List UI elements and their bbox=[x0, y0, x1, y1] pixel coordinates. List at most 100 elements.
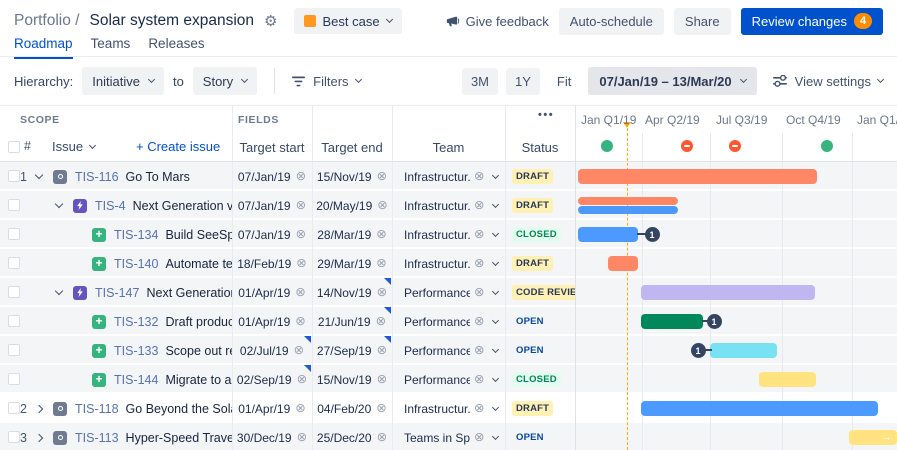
warning-count-badge[interactable]: 1 bbox=[645, 227, 660, 242]
clear-icon[interactable]: ⊗ bbox=[474, 286, 484, 299]
view-settings-dropdown[interactable]: View settings bbox=[773, 74, 883, 89]
target-start-cell[interactable]: 18/Feb/19⊗ bbox=[232, 249, 312, 278]
status-cell[interactable]: OPEN bbox=[505, 336, 575, 365]
clear-icon[interactable]: ⊗ bbox=[377, 170, 387, 183]
status-cell[interactable]: CODE REVIEW bbox=[505, 278, 575, 307]
review-changes-button[interactable]: Review changes 4 bbox=[741, 8, 883, 35]
expand-toggle[interactable] bbox=[36, 175, 53, 178]
issue-key[interactable]: TIS-134 bbox=[114, 228, 158, 242]
column-header-target-start[interactable]: Target start bbox=[232, 137, 312, 157]
expand-toggle[interactable] bbox=[56, 204, 73, 207]
issue-scope-cell[interactable]: +TIS-144Migrate to automa bbox=[0, 365, 232, 394]
warning-count-badge[interactable]: 1 bbox=[707, 314, 722, 329]
zoom-3m-button[interactable]: 3M bbox=[462, 68, 498, 95]
issue-key[interactable]: TIS-147 bbox=[95, 286, 139, 300]
target-end-cell[interactable]: 21/Jun/19⊗ bbox=[312, 307, 392, 336]
issue-scope-cell[interactable]: +TIS-140Automate tests fo bbox=[0, 249, 232, 278]
status-cell[interactable]: CLOSED bbox=[505, 220, 575, 249]
clear-icon[interactable]: ⊗ bbox=[474, 373, 484, 386]
expand-toggle[interactable] bbox=[36, 435, 53, 441]
gantt-bar[interactable] bbox=[710, 343, 777, 358]
warning-count-badge[interactable]: 1 bbox=[691, 343, 706, 358]
team-cell[interactable]: Infrastructur...⊗ bbox=[392, 249, 505, 278]
gantt-bar[interactable] bbox=[578, 169, 817, 184]
target-end-cell[interactable]: 15/Nov/19⊗ bbox=[312, 162, 392, 191]
clear-icon[interactable]: ⊗ bbox=[377, 344, 387, 357]
target-start-cell[interactable]: 01/Apr/19⊗ bbox=[232, 394, 312, 423]
hierarchy-from-dropdown[interactable]: Initiative bbox=[82, 67, 164, 95]
clear-icon[interactable]: ⊗ bbox=[376, 257, 386, 270]
team-cell[interactable]: Performance...⊗ bbox=[392, 307, 505, 336]
clear-icon[interactable]: ⊗ bbox=[296, 257, 306, 270]
row-checkbox[interactable] bbox=[8, 286, 20, 298]
column-header-team[interactable]: Team bbox=[392, 137, 505, 157]
row-checkbox[interactable] bbox=[8, 373, 20, 385]
issue-scope-cell[interactable]: TIS-4Next Generation ve... bbox=[0, 191, 232, 220]
clear-icon[interactable]: ⊗ bbox=[377, 286, 387, 299]
clear-icon[interactable]: ⊗ bbox=[296, 170, 306, 183]
issue-scope-cell[interactable]: 3TIS-113Hyper-Speed Travelling bbox=[0, 423, 232, 450]
gantt-bar[interactable]: → bbox=[849, 430, 897, 445]
team-cell[interactable]: Infrastructur...⊗ bbox=[392, 220, 505, 249]
target-start-cell[interactable]: 07/Jan/19⊗ bbox=[232, 220, 312, 249]
clear-icon[interactable]: ⊗ bbox=[295, 315, 305, 328]
issue-scope-cell[interactable]: 1TIS-116Go To Mars bbox=[0, 162, 232, 191]
issue-key[interactable]: TIS-140 bbox=[114, 257, 158, 271]
target-start-cell[interactable]: 07/Jan/19⊗ bbox=[232, 191, 312, 220]
issue-scope-cell[interactable]: TIS-147Next Generation versi bbox=[0, 278, 232, 307]
auto-schedule-button[interactable]: Auto-schedule bbox=[559, 8, 664, 35]
filters-dropdown[interactable]: Filters bbox=[292, 74, 360, 89]
clear-icon[interactable]: ⊗ bbox=[294, 344, 304, 357]
target-end-cell[interactable]: 15/Nov/19⊗ bbox=[312, 365, 392, 394]
expand-toggle[interactable] bbox=[56, 291, 73, 294]
team-cell[interactable]: Infrastructur...⊗ bbox=[392, 162, 505, 191]
issue-key[interactable]: TIS-132 bbox=[114, 315, 158, 329]
clear-icon[interactable]: ⊗ bbox=[474, 228, 484, 241]
gantt-bar[interactable] bbox=[759, 372, 816, 387]
zoom-fit-button[interactable]: Fit bbox=[548, 68, 580, 95]
target-end-cell[interactable]: 28/Mar/19⊗ bbox=[312, 220, 392, 249]
more-icon[interactable]: ••• bbox=[538, 109, 554, 121]
clear-icon[interactable]: ⊗ bbox=[474, 170, 484, 183]
target-start-cell[interactable]: 07/Jan/19⊗ bbox=[232, 162, 312, 191]
issue-column-header[interactable]: Issue bbox=[52, 139, 95, 154]
gantt-bar[interactable] bbox=[578, 197, 678, 205]
breadcrumb[interactable]: Portfolio / bbox=[14, 12, 79, 30]
clear-icon[interactable]: ⊗ bbox=[474, 431, 484, 444]
row-checkbox[interactable] bbox=[8, 344, 20, 356]
row-checkbox[interactable] bbox=[8, 431, 20, 443]
column-header-status[interactable]: Status bbox=[505, 137, 575, 157]
gantt-bar[interactable] bbox=[641, 285, 815, 300]
status-cell[interactable]: DRAFT bbox=[505, 394, 575, 423]
row-checkbox[interactable] bbox=[8, 257, 20, 269]
clear-icon[interactable]: ⊗ bbox=[474, 315, 484, 328]
status-cell[interactable]: DRAFT bbox=[505, 191, 575, 220]
issue-key[interactable]: TIS-133 bbox=[114, 344, 158, 358]
clear-icon[interactable]: ⊗ bbox=[297, 431, 307, 444]
scenario-dropdown[interactable]: Best case bbox=[294, 8, 402, 34]
gantt-bar[interactable] bbox=[608, 256, 638, 271]
clear-icon[interactable]: ⊗ bbox=[377, 373, 387, 386]
target-end-cell[interactable]: 29/Mar/19⊗ bbox=[312, 249, 392, 278]
target-end-cell[interactable]: 04/Feb/20⊗ bbox=[312, 394, 392, 423]
status-cell[interactable]: OPEN bbox=[505, 307, 575, 336]
clear-icon[interactable]: ⊗ bbox=[376, 228, 386, 241]
clear-icon[interactable]: ⊗ bbox=[295, 402, 305, 415]
gantt-bar[interactable] bbox=[641, 314, 703, 329]
date-range-dropdown[interactable]: 07/Jan/19 – 13/Mar/20 bbox=[588, 67, 756, 95]
gantt-bar[interactable] bbox=[578, 227, 638, 242]
target-end-cell[interactable]: 27/Sep/19⊗ bbox=[312, 336, 392, 365]
issue-scope-cell[interactable]: +TIS-134Build SeeSpa... bbox=[0, 220, 232, 249]
status-cell[interactable]: DRAFT bbox=[505, 162, 575, 191]
issue-scope-cell[interactable]: +TIS-132Draft product laur bbox=[0, 307, 232, 336]
row-checkbox[interactable] bbox=[8, 199, 20, 211]
share-button[interactable]: Share bbox=[674, 8, 731, 35]
select-all-checkbox[interactable] bbox=[8, 141, 20, 153]
zoom-1y-button[interactable]: 1Y bbox=[506, 68, 540, 95]
team-cell[interactable]: Performance...⊗ bbox=[392, 278, 505, 307]
clear-icon[interactable]: ⊗ bbox=[474, 344, 484, 357]
clear-icon[interactable]: ⊗ bbox=[377, 199, 387, 212]
issue-key[interactable]: TIS-116 bbox=[75, 170, 119, 184]
create-issue-button[interactable]: + Create issue bbox=[136, 139, 220, 154]
issue-key[interactable]: TIS-113 bbox=[75, 431, 119, 445]
